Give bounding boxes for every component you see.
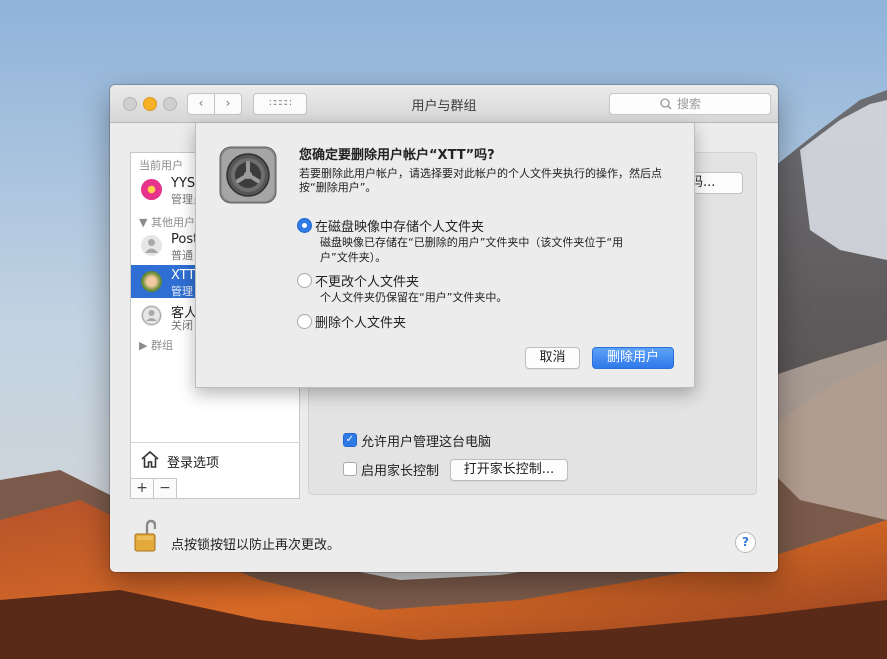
open-parental-controls-button[interactable]: 打开家长控制... (450, 459, 568, 481)
parental-controls-label: 启用家长控制 (361, 464, 440, 479)
other-users-header: ▼ 其他用户 (139, 216, 195, 229)
house-icon (140, 449, 160, 474)
keep-home-folder-label: 不更改个人文件夹 (315, 275, 420, 290)
keep-home-folder-detail: 个人文件夹仍保留在“用户”文件夹中。 (320, 291, 508, 304)
help-button[interactable]: ? (735, 532, 756, 553)
groups-header: ▶ 群组 (139, 339, 173, 352)
parental-controls-checkbox[interactable] (343, 462, 357, 476)
sheet-description: 若要删除此用户帐户，请选择要对此帐户的个人文件夹执行的操作，然后点按“删除用户”… (299, 167, 662, 194)
allow-admin-checkbox[interactable]: ✓ (343, 433, 357, 447)
delete-home-folder-label: 删除个人文件夹 (315, 316, 407, 331)
user-name: XTT (171, 268, 196, 283)
cancel-button[interactable]: 取消 (525, 347, 580, 369)
lotus-avatar-icon (141, 271, 162, 292)
login-options-label: 登录选项 (167, 456, 220, 471)
store-disk-image-detail: 磁盘映像已存储在“已删除的用户”文件夹中（该文件夹位于“用户”文件夹）。 (320, 236, 624, 264)
delete-user-sheet: 您确定要删除用户帐户“XTT”吗? 若要删除此用户帐户，请选择要对此帐户的个人文… (195, 123, 695, 388)
add-remove-bar: + − (130, 478, 300, 499)
search-input[interactable]: 搜索 (609, 93, 771, 115)
window-titlebar: ‹ › ∷∷∷∷ 用户与群组 搜索 (110, 85, 778, 123)
delete-user-button[interactable]: 删除用户 (592, 347, 674, 369)
login-options-row[interactable]: 登录选项 (131, 442, 299, 477)
store-disk-image-radio[interactable] (297, 218, 312, 233)
system-preferences-gear-icon (219, 146, 277, 204)
current-users-header: 当前用户 (139, 159, 183, 172)
user-role: 管理 (171, 285, 193, 298)
user-role: 普通 (171, 249, 193, 262)
delete-home-folder-radio[interactable] (297, 314, 312, 329)
search-placeholder: 搜索 (677, 97, 702, 111)
sheet-title: 您确定要删除用户帐户“XTT”吗? (299, 148, 495, 163)
user-role: 关闭 (171, 319, 193, 332)
store-disk-image-label: 在磁盘映像中存储个人文件夹 (315, 220, 485, 235)
disclosure-triangle-icon[interactable]: ▼ (139, 216, 151, 229)
lock-instruction: 点按锁按钮以防止再次更改。 (171, 538, 341, 553)
keep-home-folder-radio[interactable] (297, 273, 312, 288)
disclosure-triangle-icon[interactable]: ▶ (139, 339, 151, 352)
add-user-button[interactable]: + (130, 478, 154, 499)
unlocked-padlock-icon[interactable] (134, 519, 157, 553)
person-avatar-icon (141, 235, 162, 256)
guest-avatar-icon (141, 305, 162, 326)
allow-admin-label: 允许用户管理这台电脑 (361, 435, 492, 450)
search-icon (660, 94, 672, 120)
flower-avatar-icon (141, 179, 162, 200)
user-name: YYS (171, 176, 196, 191)
remove-user-button[interactable]: − (153, 478, 177, 499)
